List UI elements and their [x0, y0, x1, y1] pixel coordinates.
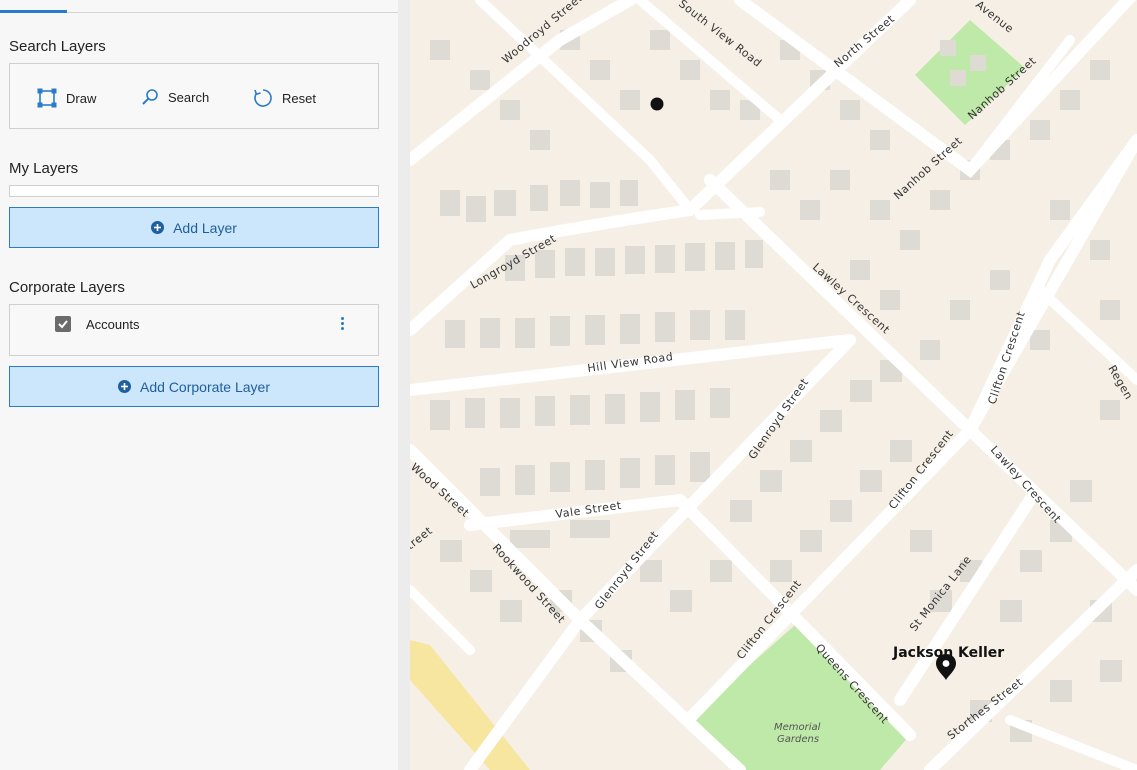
- reset-button[interactable]: Reset: [253, 88, 316, 108]
- point-marker[interactable]: [650, 97, 664, 111]
- search-label: Search: [168, 89, 210, 105]
- add-corporate-layer-button[interactable]: Add Corporate Layer: [9, 366, 379, 407]
- street-label: Vale Street: [555, 499, 623, 521]
- plus-circle-icon: [151, 221, 165, 234]
- panel-scrollbar[interactable]: [398, 0, 410, 770]
- accounts-label: Accounts: [86, 316, 140, 332]
- plus-circle-icon: [118, 380, 132, 393]
- street-label: treet: [410, 524, 435, 552]
- active-tab-indicator[interactable]: [0, 10, 67, 13]
- draw-polygon-icon: [37, 88, 57, 108]
- add-layer-button[interactable]: Add Layer: [9, 207, 379, 248]
- street-label: Clifton Crescent: [886, 427, 956, 512]
- layers-panel: Search Layers Draw Search Reset My Layer…: [0, 0, 410, 770]
- street-label: Wood Street: [410, 461, 472, 520]
- search-layers-title: Search Layers: [9, 38, 106, 55]
- corporate-layers-list: Accounts: [9, 304, 379, 356]
- reset-label: Reset: [282, 90, 316, 106]
- more-options-icon[interactable]: [339, 317, 345, 331]
- street-label: Clifton Crescent: [985, 309, 1027, 405]
- add-layer-label: Add Layer: [173, 219, 237, 236]
- corporate-layers-title: Corporate Layers: [9, 279, 125, 296]
- layer-item-accounts: Accounts: [55, 316, 139, 332]
- street-label: North Street: [832, 12, 898, 70]
- accounts-checkbox[interactable]: [55, 316, 71, 332]
- search-tools-box: Draw Search Reset: [9, 63, 379, 129]
- draw-button[interactable]: Draw: [37, 88, 96, 108]
- panel-tab-bar: [0, 0, 410, 13]
- map-canvas[interactable]: Woodroyd Street South View Road North St…: [410, 0, 1137, 770]
- search-icon: [142, 89, 158, 105]
- park-label-line2: Gardens: [777, 734, 819, 745]
- reset-icon: [254, 89, 272, 107]
- map-view[interactable]: Woodroyd Street South View Road North St…: [410, 0, 1137, 770]
- draw-label: Draw: [66, 90, 97, 106]
- checkmark-icon: [58, 320, 68, 329]
- my-layers-title: My Layers: [9, 160, 79, 177]
- my-layers-list: [9, 185, 379, 197]
- add-corporate-layer-label: Add Corporate Layer: [140, 378, 270, 395]
- park-label-line1: Memorial: [774, 722, 821, 733]
- search-button[interactable]: Search: [141, 88, 209, 106]
- pin-label: Jackson Keller: [893, 645, 1005, 661]
- street-label: Hill View Road: [587, 350, 675, 375]
